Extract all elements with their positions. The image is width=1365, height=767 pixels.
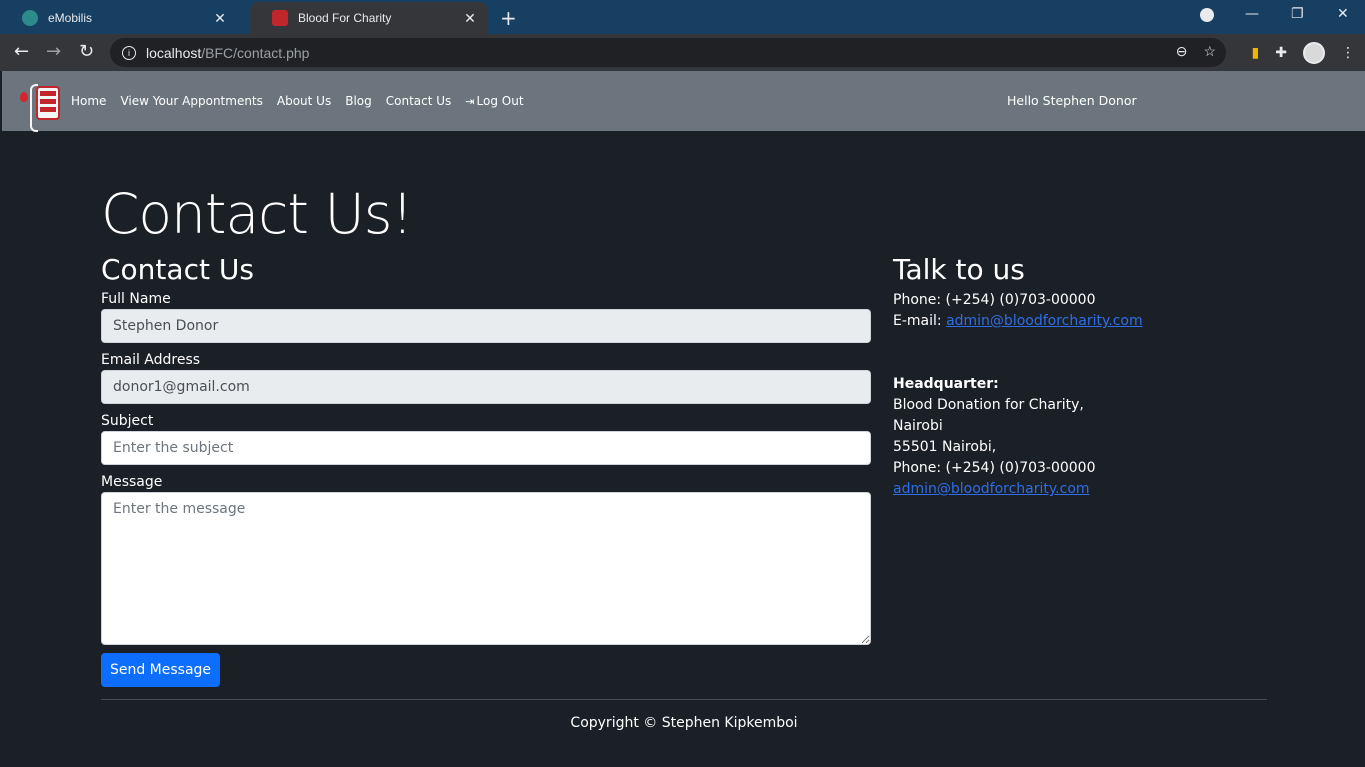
full-name-label: Full Name [101,291,171,307]
blood-drop-icon [20,92,28,102]
hq-line: Blood Donation for Charity, [893,397,1084,413]
nav-blog[interactable]: Blog [345,94,372,108]
url-path: /BFC/contact.php [201,44,310,61]
message-textarea[interactable] [101,492,871,645]
full-name-field[interactable] [101,309,871,343]
headquarter-block: Headquarter: Blood Donation for Charity,… [893,374,1263,500]
contact-info: Talk to us Phone: (+254) (0)703-00000 E-… [893,253,1263,500]
send-message-button[interactable]: Send Message [101,653,220,687]
email-line: E-mail: admin@bloodforcharity.com [893,311,1263,332]
email-label: Email Address [101,352,201,368]
hq-line: Phone: (+254) (0)703-00000 [893,460,1096,476]
blood-for-charity-logo[interactable] [16,76,62,132]
blood-bag-favicon-icon [272,10,288,26]
footer-divider [101,699,1267,700]
email-link[interactable]: admin@bloodforcharity.com [946,313,1143,329]
new-tab-icon[interactable]: + [500,6,517,30]
nav-logout[interactable]: ⇥ Log Out [465,94,523,108]
contact-form: Contact Us Full Name Email Address Subje… [101,253,871,687]
tab-title: eMobilis [48,11,93,25]
email-prefix: E-mail: [893,313,947,329]
nav-about-us[interactable]: About Us [277,94,331,108]
extensions-puzzle-icon[interactable]: ✚ [1275,45,1287,61]
emobilis-favicon-icon [22,10,38,26]
address-bar[interactable]: i localhost/BFC/contact.php ⊖ ☆ [110,38,1226,67]
copyright: Copyright © Stephen Kipkemboi [570,715,798,731]
tab-title: Blood For Charity [298,11,392,25]
hq-email-link[interactable]: admin@bloodforcharity.com [893,481,1090,497]
logo-blood-bag [36,86,60,120]
site-navbar: Home View Your Appontments About Us Blog… [2,71,1365,132]
talk-to-us-heading: Talk to us [893,253,1025,286]
back-icon[interactable]: ← [14,41,29,62]
browser-menu-icon[interactable]: ⋮ [1341,45,1355,61]
tab-search-icon[interactable] [1200,8,1214,22]
minimize-icon[interactable]: — [1245,6,1259,22]
profile-avatar[interactable] [1303,42,1325,64]
subject-input[interactable] [101,431,871,465]
tab-emobilis[interactable]: eMobilis ✕ [0,2,238,34]
analytics-extension-icon[interactable]: ▮ [1252,45,1260,61]
site-info-icon[interactable]: i [122,45,136,60]
hq-line: Nairobi [893,418,943,434]
message-label: Message [101,474,163,490]
logout-icon: ⇥ [465,95,475,108]
tab-blood-for-charity[interactable]: Blood For Charity ✕ [250,2,488,34]
zoom-icon[interactable]: ⊖ [1176,43,1188,60]
nav-links: Home View Your Appontments About Us Blog… [71,94,538,108]
reload-icon[interactable]: ↻ [79,41,94,62]
close-tab-icon[interactable]: ✕ [462,10,478,27]
nav-contact-us[interactable]: Contact Us [386,94,452,108]
logout-label: Log Out [476,94,524,108]
email-field[interactable] [101,370,871,404]
restore-icon[interactable]: ❐ [1291,6,1304,22]
nav-view-appointments[interactable]: View Your Appontments [120,94,262,108]
hq-line: 55501 Nairobi, [893,439,997,455]
url-host: localhost [146,44,202,61]
nav-home[interactable]: Home [71,94,106,108]
browser-toolbar: ← → ↻ i localhost/BFC/contact.php ⊖ ☆ ▮ … [0,34,1365,71]
user-greeting: Hello Stephen Donor [1007,93,1137,108]
bookmark-star-icon[interactable]: ☆ [1203,43,1216,60]
form-heading: Contact Us [101,253,254,286]
close-tab-icon[interactable]: ✕ [212,10,228,27]
close-window-icon[interactable]: ✕ [1337,6,1349,22]
page-title: Contact Us! [101,182,413,246]
forward-icon[interactable]: → [46,41,61,62]
headquarter-label: Headquarter: [893,376,999,392]
phone-line: Phone: (+254) (0)703-00000 [893,292,1096,308]
subject-label: Subject [101,413,154,429]
browser-tabstrip: eMobilis ✕ Blood For Charity ✕ + — ❐ ✕ [0,0,1365,34]
